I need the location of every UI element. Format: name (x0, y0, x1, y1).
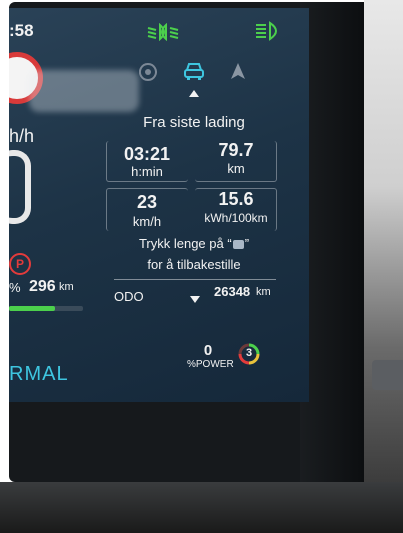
reset-hint-line2: for å tilbakestille (147, 257, 241, 272)
range-value: 296 (29, 278, 56, 295)
power-value: 0 (203, 342, 213, 359)
drive-mode-fragment: RMAL (9, 363, 69, 385)
clock-fragment: :58 (9, 21, 34, 40)
low-beam-headlight-icon (147, 23, 179, 41)
odo-label: ODO (114, 289, 144, 304)
range-prefix: % (9, 280, 21, 295)
tab-active-indicator-icon (189, 90, 199, 97)
reset-hint: Trykk lenge på “ ” (124, 236, 264, 252)
trip-title: Fra siste lading (143, 114, 245, 131)
range-unit: km (59, 281, 74, 293)
dashboard-surround (0, 482, 403, 533)
battery-bar-fill (9, 306, 55, 311)
car-icon[interactable] (182, 60, 206, 82)
navigation-arrow-icon[interactable] (230, 62, 246, 80)
parking-indicator: P (9, 253, 31, 275)
trip-consumption-unit: kWh/100km (204, 211, 268, 225)
trip-distance-value: 79.7 (218, 140, 254, 160)
parking-label: P (15, 257, 24, 271)
trip-consumption-value: 15.6 (218, 189, 254, 209)
high-beam-headlight-icon (256, 21, 277, 41)
trip-speed-unit: km/h (132, 214, 162, 229)
speed-unit-fragment: h/h (9, 126, 35, 146)
speed-digit-fragment (9, 150, 31, 224)
battery-bar (9, 306, 83, 311)
power-label: %POWER (187, 359, 234, 370)
odo-unit: km (256, 286, 271, 298)
trip-speed-value: 23 (136, 192, 158, 212)
reset-hint-text: Trykk lenge på “ (138, 236, 232, 251)
ok-button-icon (232, 240, 244, 250)
tire-pressure-icon[interactable] (139, 63, 157, 81)
regen-level-value: 3 (245, 347, 253, 359)
reset-hint-close: ” (244, 236, 250, 251)
odo-value: 26348 (214, 284, 251, 299)
instrument-cluster-screen: :58 h/h P % 296 km RMAL Fra siste lading… (9, 8, 309, 402)
speed-limit-glare (29, 70, 139, 112)
odo-divider (114, 279, 276, 280)
trip-distance-unit: km (227, 161, 245, 176)
scroll-down-arrow-icon[interactable] (190, 296, 200, 303)
background-wall (364, 0, 403, 533)
trip-duration-unit: h:min (131, 164, 163, 179)
trip-duration-value: 03:21 (123, 144, 171, 164)
mount-bracket (372, 360, 403, 390)
bezel-shade (300, 2, 364, 482)
